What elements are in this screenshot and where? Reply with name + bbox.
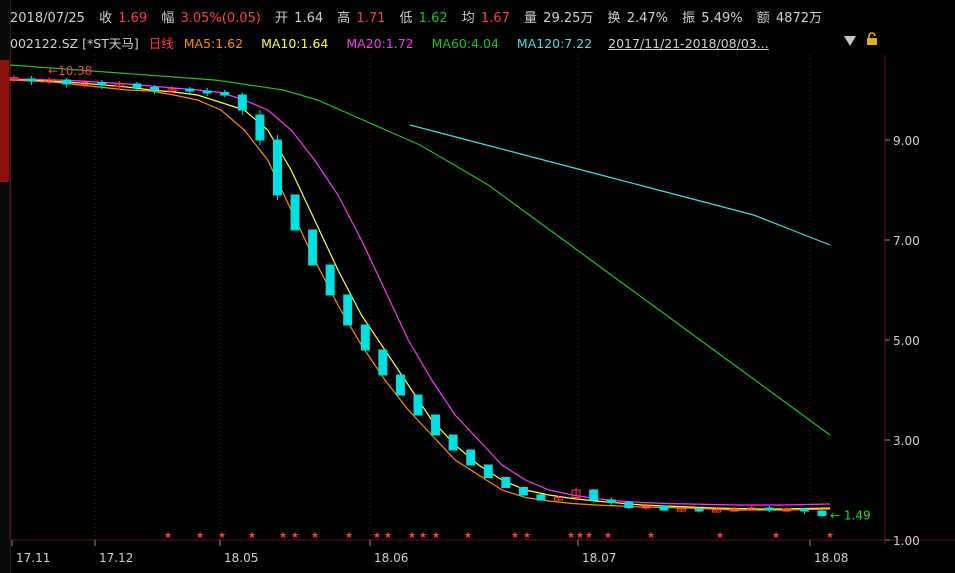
candle-body: [483, 464, 493, 478]
candle-body: [624, 502, 634, 508]
x-tick-label: 17.11: [16, 551, 50, 565]
candle-body: [659, 505, 669, 511]
high-marker-label: ←10.38: [48, 64, 92, 78]
event-star-marker: ★: [567, 531, 575, 541]
event-star-marker: ★: [604, 531, 612, 541]
candle-body: [255, 114, 265, 141]
y-tick-label: 5.00: [893, 334, 920, 348]
candle-body: [501, 477, 511, 488]
kline-chart[interactable]: 9.00 7.00 5.00 3.00 1.00 17.11 17.12 18.05 18.06…: [0, 0, 955, 573]
ma120-line: [409, 124, 831, 246]
ma20-line: [9, 78, 831, 506]
candle-body: [132, 83, 142, 88]
candle-body: [817, 510, 827, 516]
y-tick-label: 1.00: [893, 534, 920, 548]
event-star-marker: ★: [345, 531, 353, 541]
event-star-marker: ★: [419, 531, 427, 541]
y-tick-label: 3.00: [893, 434, 920, 448]
candle-body: [395, 374, 405, 396]
candle-body: [466, 449, 476, 466]
candle-body: [764, 507, 774, 511]
event-star-marker: ★: [248, 531, 256, 541]
x-tick-label: 18.05: [224, 551, 258, 565]
candle-body: [27, 78, 37, 82]
event-star-marker: ★: [464, 531, 472, 541]
candle-body: [325, 264, 335, 296]
candle-body: [202, 90, 212, 94]
event-star-marker: ★: [511, 531, 519, 541]
event-star-marker: ★: [826, 531, 834, 541]
ma60-line: [9, 64, 831, 436]
x-tick-label: 17.12: [99, 551, 133, 565]
candle-body: [606, 499, 616, 503]
event-star-marker: ★: [196, 531, 204, 541]
event-star-marker: ★: [384, 531, 392, 541]
candle-body: [536, 494, 546, 501]
event-star-marker: ★: [373, 531, 381, 541]
candle-body: [343, 294, 353, 326]
candle-body: [360, 324, 370, 351]
event-star-marker: ★: [218, 531, 226, 541]
candle-body: [290, 194, 300, 231]
x-tick-label: 18.07: [582, 551, 616, 565]
y-tick-label: 9.00: [893, 134, 920, 148]
event-star-marker: ★: [523, 531, 531, 541]
event-star-marker: ★: [647, 531, 655, 541]
candle-body: [448, 434, 458, 451]
candle-body: [185, 88, 195, 92]
event-star-marker: ★: [408, 531, 416, 541]
candle-body: [378, 349, 388, 376]
candle-body: [62, 79, 72, 85]
candle-body: [431, 414, 441, 436]
candle-body: [272, 139, 282, 196]
event-star-marker: ★: [432, 531, 440, 541]
candle-body: [413, 394, 423, 416]
x-tick-label: 18.08: [814, 551, 848, 565]
event-star-marker: ★: [164, 531, 172, 541]
event-star-marker: ★: [279, 531, 287, 541]
last-marker-label: ← 1.49: [830, 509, 871, 523]
candle-body: [694, 508, 704, 512]
candle-body: [237, 94, 247, 111]
candle-body: [518, 487, 528, 496]
event-star-marker: ★: [585, 531, 593, 541]
event-star-marker: ★: [716, 531, 724, 541]
candle-body: [220, 92, 230, 96]
event-star-marker: ★: [576, 531, 584, 541]
candle-body: [799, 508, 809, 512]
candle-body: [308, 229, 318, 266]
x-tick-label: 18.06: [374, 551, 408, 565]
candle-body: [589, 489, 599, 501]
candle-body: [97, 82, 107, 86]
event-star-marker: ★: [772, 531, 780, 541]
y-tick-label: 7.00: [893, 234, 920, 248]
event-star-marker: ★: [291, 531, 299, 541]
event-star-marker: ★: [311, 531, 319, 541]
candle-body: [150, 87, 160, 91]
